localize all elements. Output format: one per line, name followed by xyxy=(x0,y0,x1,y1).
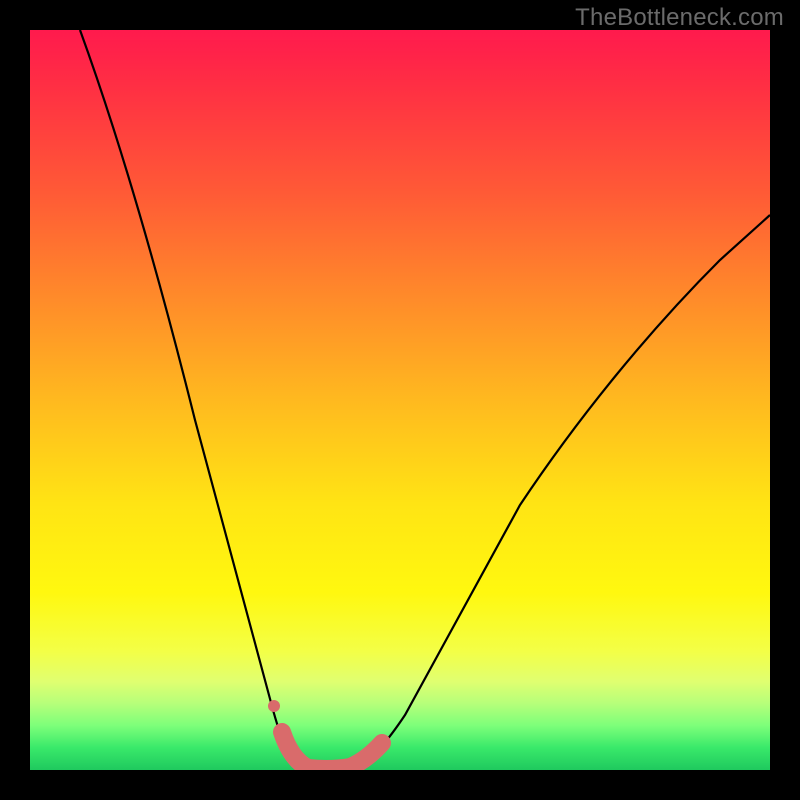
bottleneck-curve xyxy=(80,30,770,769)
watermark-text: TheBottleneck.com xyxy=(575,4,784,32)
accent-thick-segment xyxy=(282,732,382,769)
curve-layer xyxy=(30,30,770,770)
chart-frame: TheBottleneck.com xyxy=(0,0,800,800)
plot-area xyxy=(30,30,770,770)
accent-left-dot xyxy=(268,700,280,712)
